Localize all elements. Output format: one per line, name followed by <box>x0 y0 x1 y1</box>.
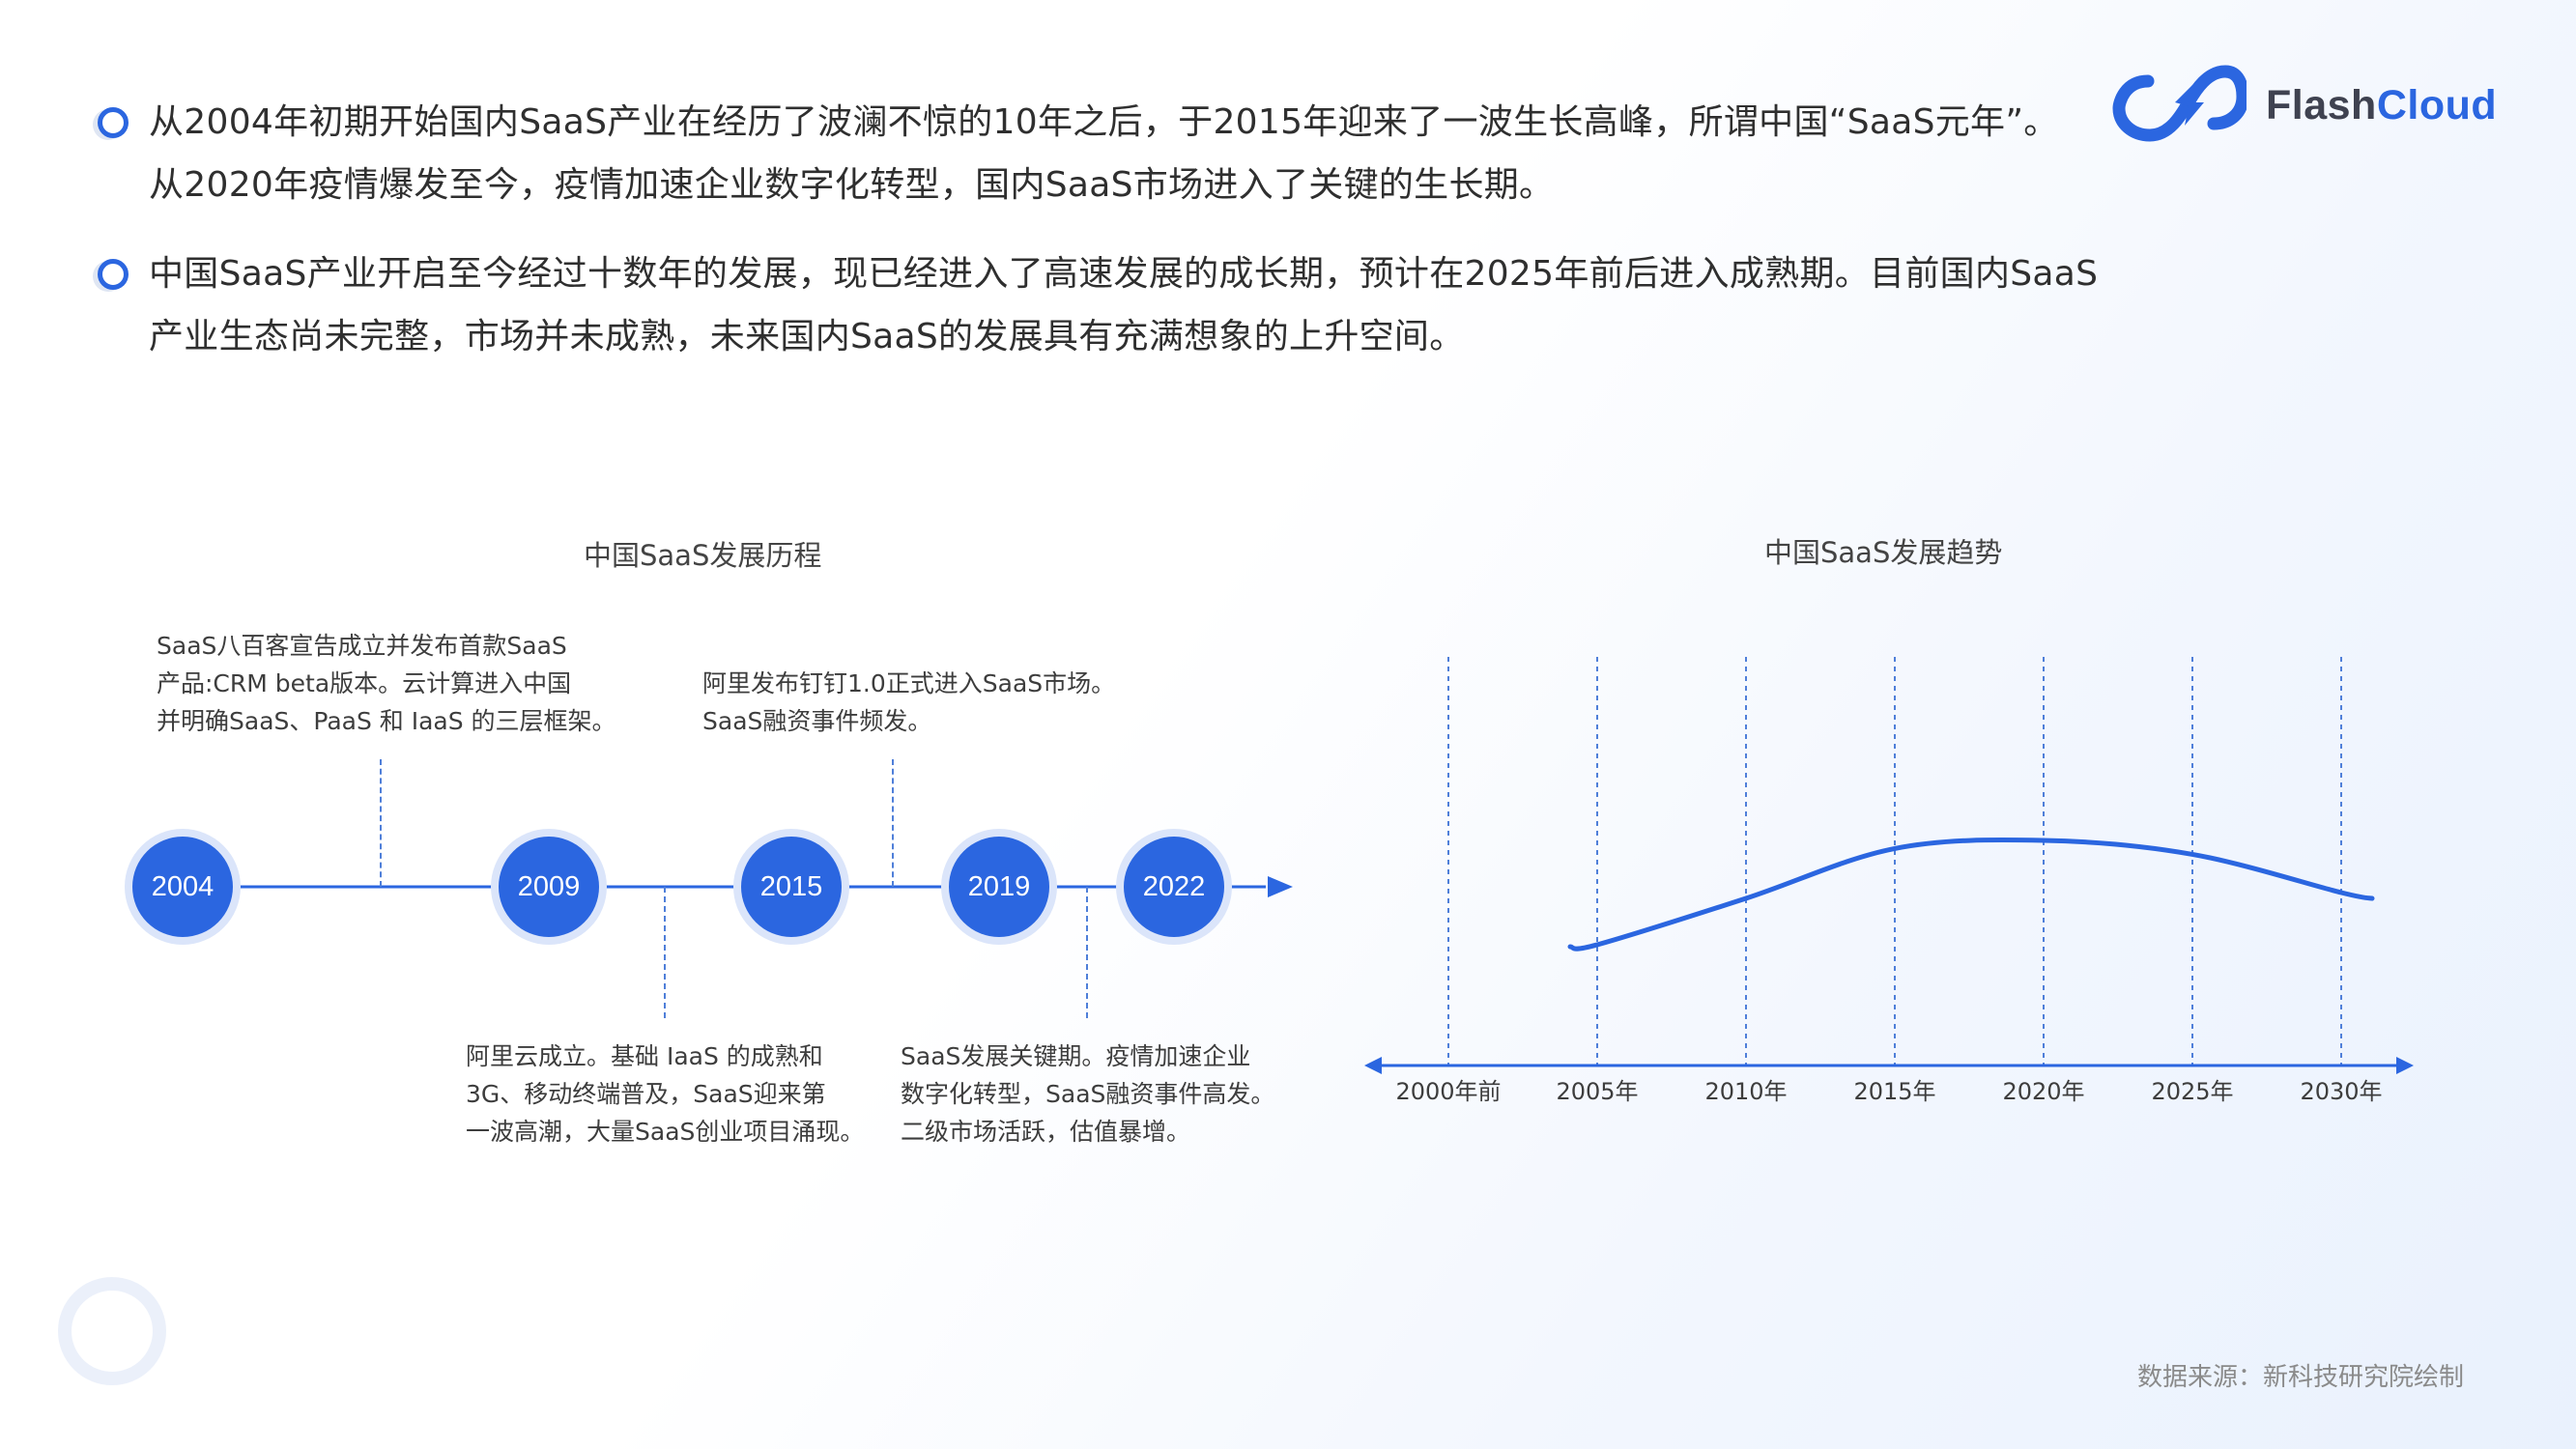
bullet-2-line-2: 产业生态尚未完整，市场并未成熟，未来国内SaaS的发展具有充满想象的上升空间。 <box>149 317 1465 356</box>
x-axis-right-arrow-icon <box>2396 1057 2414 1074</box>
timeline-note-2015-line-2: SaaS融资事件频发。 <box>702 707 932 735</box>
timeline-note-2009-line-1: 阿里云成立。基础 IaaS 的成熟和 <box>466 1042 823 1070</box>
brand-name: FlashCloud <box>2266 82 2497 129</box>
timeline-note-2019-line-2: 数字化转型，SaaS融资事件高发。 <box>901 1080 1275 1108</box>
trend-chart-title: 中国SaaS发展趋势 <box>1764 536 2003 569</box>
timeline-title: 中国SaaS发展历程 <box>584 539 822 572</box>
bullet-text-2: 中国SaaS产业开启至今经过十数年的发展，现已经进入了高速发展的成长期，预计在2… <box>149 242 2098 368</box>
timeline-note-2009-line-2: 3G、移动终端普及，SaaS迎来第 <box>466 1080 826 1108</box>
trend-chart: 2000年前 2005年 2010年 2015年 2020年 2025年 2030年 <box>1364 657 2414 1105</box>
brand-name-part1: Flash <box>2266 82 2377 128</box>
timeline-note-2019-line-3: 二级市场活跃，估值暴增。 <box>901 1118 1191 1146</box>
timeline-node-2022: 2022 <box>1124 837 1224 937</box>
trend-x-tick-label: 2020年 <box>2002 1078 2084 1105</box>
timeline-connector-2015 <box>892 759 894 887</box>
trend-x-tick-label: 2015年 <box>1853 1078 1935 1105</box>
timeline-note-2015: 阿里发布钉钉1.0正式进入SaaS市场。 SaaS融资事件频发。 <box>702 665 1115 740</box>
timeline-note-2015-line-1: 阿里发布钉钉1.0正式进入SaaS市场。 <box>702 669 1116 697</box>
timeline-note-2004: SaaS八百客宣告成立并发布首款SaaS 产品:CRM beta版本。云计算进入… <box>157 627 616 740</box>
trend-x-tick-label: 2010年 <box>1704 1078 1787 1105</box>
trend-x-tick-label: 2030年 <box>2300 1078 2382 1105</box>
timeline-node-2019: 2019 <box>949 837 1049 937</box>
x-axis-left-arrow-icon <box>1364 1057 1382 1074</box>
decorative-ring <box>58 1277 166 1385</box>
bullet-icon-1 <box>98 107 129 138</box>
timeline-note-2009: 阿里云成立。基础 IaaS 的成熟和 3G、移动终端普及，SaaS迎来第 一波高… <box>466 1037 864 1151</box>
timeline-note-2009-line-3: 一波高潮，大量SaaS创业项目涌现。 <box>466 1118 865 1146</box>
infinity-lightning-icon <box>2112 65 2247 142</box>
timeline-connector-2009 <box>664 887 666 1018</box>
timeline-connector-2019 <box>1086 887 1088 1018</box>
timeline-connector-2004 <box>380 759 382 887</box>
timeline-node-2015: 2015 <box>741 837 842 937</box>
timeline-note-2004-line-1: SaaS八百客宣告成立并发布首款SaaS <box>157 632 567 660</box>
bullet-text-1: 从2004年初期开始国内SaaS产业在经历了波澜不惊的10年之后，于2015年迎… <box>149 91 2059 216</box>
bullet-2-line-1: 中国SaaS产业开启至今经过十数年的发展，现已经进入了高速发展的成长期，预计在2… <box>149 254 2099 294</box>
bullet-1-line-2: 从2020年疫情爆发至今，疫情加速企业数字化转型，国内SaaS市场进入了关键的生… <box>149 165 1555 205</box>
brand-name-part2: Cloud <box>2376 82 2498 128</box>
trend-x-tick-label: 2000年前 <box>1395 1078 1501 1105</box>
timeline-note-2004-line-3: 并明确SaaS、PaaS 和 IaaS 的三层框架。 <box>157 707 616 735</box>
data-source-note: 数据来源：新科技研究院绘制 <box>2137 1363 2465 1392</box>
timeline-node-2004: 2004 <box>132 837 233 937</box>
timeline-note-2019-line-1: SaaS发展关键期。疫情加速企业 <box>901 1042 1251 1070</box>
bullet-1-line-1: 从2004年初期开始国内SaaS产业在经历了波澜不惊的10年之后，于2015年迎… <box>149 102 2059 142</box>
timeline-arrow-icon <box>1268 876 1293 897</box>
trend-series-line <box>1567 837 2375 952</box>
timeline-note-2019: SaaS发展关键期。疫情加速企业 数字化转型，SaaS融资事件高发。 二级市场活… <box>901 1037 1274 1151</box>
trend-x-tick-label: 2025年 <box>2151 1078 2233 1105</box>
bullet-icon-2 <box>98 259 129 290</box>
trend-x-tick-label: 2005年 <box>1556 1078 1638 1105</box>
timeline-node-2009: 2009 <box>499 837 599 937</box>
timeline-note-2004-line-2: 产品:CRM beta版本。云计算进入中国 <box>157 669 572 697</box>
